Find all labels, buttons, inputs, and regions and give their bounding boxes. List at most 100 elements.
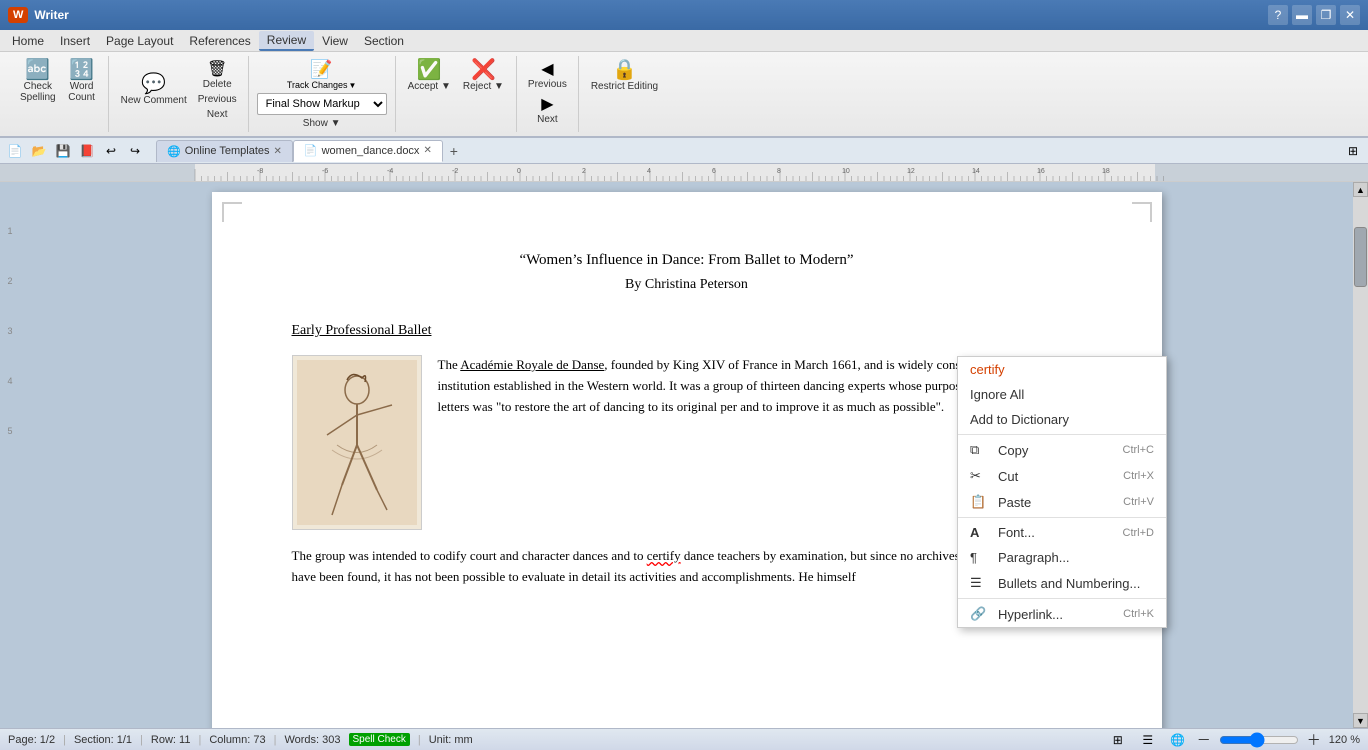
accept-icon: ✅ xyxy=(417,60,442,80)
scroll-down-btn[interactable]: ▼ xyxy=(1353,713,1368,728)
save-btn[interactable]: 💾 xyxy=(52,141,74,161)
copy-icon: ⧉ xyxy=(970,442,986,458)
menu-page-layout[interactable]: Page Layout xyxy=(98,32,181,50)
lock-icon: 🔒 xyxy=(612,60,637,80)
prev-comment-btn[interactable]: Previous xyxy=(195,93,240,106)
next-change-btn[interactable]: ▶ Next xyxy=(534,93,561,126)
ruler-svg: // ruler ticks drawn via JS below -8-6-4… xyxy=(0,164,1368,181)
add-tab-btn[interactable]: + xyxy=(443,140,465,162)
ctx-ignore-all[interactable]: Ignore All xyxy=(958,382,1166,407)
scroll-thumb[interactable] xyxy=(1354,227,1367,287)
scroll-track[interactable] xyxy=(1353,197,1368,713)
menu-review[interactable]: Review xyxy=(259,31,314,51)
status-words: Words: 303 xyxy=(284,734,340,746)
ribbon: 🔤 CheckSpelling 🔢 WordCount 💬 New Commen… xyxy=(0,52,1368,138)
ctx-hyperlink[interactable]: 🔗Hyperlink... Ctrl+K xyxy=(958,601,1166,627)
ribbon-group-comments: 💬 New Comment 🗑 Delete Previous Next xyxy=(109,56,249,132)
prev-change-btn[interactable]: ◀ Previous xyxy=(525,58,570,91)
paste-icon: 📋 xyxy=(970,494,986,510)
spell-indicator: Spell Check xyxy=(349,733,410,746)
close-doc-tab[interactable]: ✕ xyxy=(423,145,431,156)
cut-icon: ✂ xyxy=(970,468,986,484)
vertical-scrollbar[interactable]: ▲ ▼ xyxy=(1353,182,1368,728)
zoom-slider[interactable] xyxy=(1219,732,1299,748)
bullets-icon: ☰ xyxy=(970,575,986,591)
reject-btn[interactable]: ❌ Reject ▼ xyxy=(459,58,508,94)
ctx-copy[interactable]: ⧉Copy Ctrl+C xyxy=(958,437,1166,463)
toolbar-right: ⊞ xyxy=(1342,141,1364,161)
delete-icon: 🗑 xyxy=(207,59,227,79)
track-changes-btn[interactable]: 📝 Track Changes ▼ xyxy=(284,58,360,91)
next-icon: ▶ xyxy=(541,94,553,114)
dancer-svg xyxy=(297,360,417,525)
sidebar-toggle-btn[interactable]: ⊞ xyxy=(1342,141,1364,161)
svg-text:16: 16 xyxy=(1037,168,1045,175)
new-doc-btn[interactable]: 📄 xyxy=(4,141,26,161)
view-grid-btn[interactable]: ⊞ xyxy=(1107,730,1129,750)
ctx-certify[interactable]: certify xyxy=(958,357,1166,382)
reject-icon: ❌ xyxy=(471,60,496,80)
ctx-paragraph[interactable]: ¶Paragraph... xyxy=(958,545,1166,570)
restrict-editing-btn[interactable]: 🔒 Restrict Editing xyxy=(587,58,662,94)
ctx-cut[interactable]: ✂Cut Ctrl+X xyxy=(958,463,1166,489)
menu-home[interactable]: Home xyxy=(4,32,52,50)
menu-section[interactable]: Section xyxy=(356,32,412,50)
status-row: Row: 11 xyxy=(151,734,191,746)
tab-women-dance[interactable]: 📄 women_dance.docx ✕ xyxy=(293,140,443,162)
close-online-tab[interactable]: ✕ xyxy=(274,146,282,157)
help-btn[interactable]: ? xyxy=(1268,5,1288,25)
ctx-paste[interactable]: 📋Paste Ctrl+V xyxy=(958,489,1166,515)
doc-icon: 📄 xyxy=(304,144,318,157)
svg-text:6: 6 xyxy=(712,168,716,175)
section-heading: Early Professional Ballet xyxy=(292,323,1082,339)
ribbon-group-navigate: ◀ Previous ▶ Next xyxy=(517,56,579,132)
redo-btn[interactable]: ↪ xyxy=(124,141,146,161)
status-page: Page: 1/2 xyxy=(8,734,55,746)
view-list-btn[interactable]: ☰ xyxy=(1137,730,1159,750)
accept-btn[interactable]: ✅ Accept ▼ xyxy=(404,58,455,94)
word-count-btn[interactable]: 🔢 WordCount xyxy=(64,58,100,105)
corner-tr xyxy=(1132,202,1152,222)
open-btn[interactable]: 📂 xyxy=(28,141,50,161)
svg-text:4: 4 xyxy=(647,168,651,175)
close-btn[interactable]: ✕ xyxy=(1340,5,1360,25)
tab-online-templates[interactable]: 🌐 Online Templates ✕ xyxy=(156,140,293,162)
svg-text:-6: -6 xyxy=(322,168,328,175)
ctx-font[interactable]: AFont... Ctrl+D xyxy=(958,520,1166,545)
svg-text:2: 2 xyxy=(582,168,586,175)
next-comment-btn[interactable]: Next xyxy=(195,108,240,121)
zoom-in-btn[interactable]: ＋ xyxy=(1307,730,1321,750)
prev-icon: ◀ xyxy=(541,59,553,79)
spell-error-certify: certify xyxy=(647,548,681,563)
minimize-btn[interactable]: ▬ xyxy=(1292,5,1312,25)
ctx-add-to-dictionary[interactable]: Add to Dictionary xyxy=(958,407,1166,432)
status-right: ⊞ ☰ 🌐 － ＋ 120 % xyxy=(1107,730,1360,750)
ctx-divider-3 xyxy=(958,598,1166,599)
scroll-up-btn[interactable]: ▲ xyxy=(1353,182,1368,197)
corner-tl xyxy=(222,202,242,222)
ctx-divider-1 xyxy=(958,434,1166,435)
font-icon: A xyxy=(970,525,986,540)
svg-text:-2: -2 xyxy=(452,168,458,175)
undo-btn[interactable]: ↩ xyxy=(100,141,122,161)
check-spelling-btn[interactable]: 🔤 CheckSpelling xyxy=(16,58,60,105)
svg-text:-4: -4 xyxy=(387,168,393,175)
hyperlink-icon: 🔗 xyxy=(970,606,986,622)
menu-insert[interactable]: Insert xyxy=(52,32,98,50)
track-changes-dropdown[interactable]: Final Show Markup Final Original Show Ma… xyxy=(257,93,387,115)
svg-text:14: 14 xyxy=(972,168,980,175)
new-comment-btn[interactable]: 💬 New Comment xyxy=(117,72,191,108)
zoom-out-btn[interactable]: － xyxy=(1197,730,1211,750)
status-unit: Unit: mm xyxy=(429,734,473,746)
pdf-btn[interactable]: 📕 xyxy=(76,141,98,161)
show-btn[interactable]: Show ▼ xyxy=(300,117,344,130)
word-count-icon: 🔢 xyxy=(69,60,94,80)
menu-references[interactable]: References xyxy=(181,32,258,50)
svg-text:18: 18 xyxy=(1102,168,1110,175)
view-web-btn[interactable]: 🌐 xyxy=(1167,730,1189,750)
menu-bar: Home Insert Page Layout References Revie… xyxy=(0,30,1368,52)
menu-view[interactable]: View xyxy=(314,32,356,50)
ctx-bullets[interactable]: ☰Bullets and Numbering... xyxy=(958,570,1166,596)
delete-comment-btn[interactable]: 🗑 Delete xyxy=(195,58,240,91)
maximize-btn[interactable]: ❐ xyxy=(1316,5,1336,25)
